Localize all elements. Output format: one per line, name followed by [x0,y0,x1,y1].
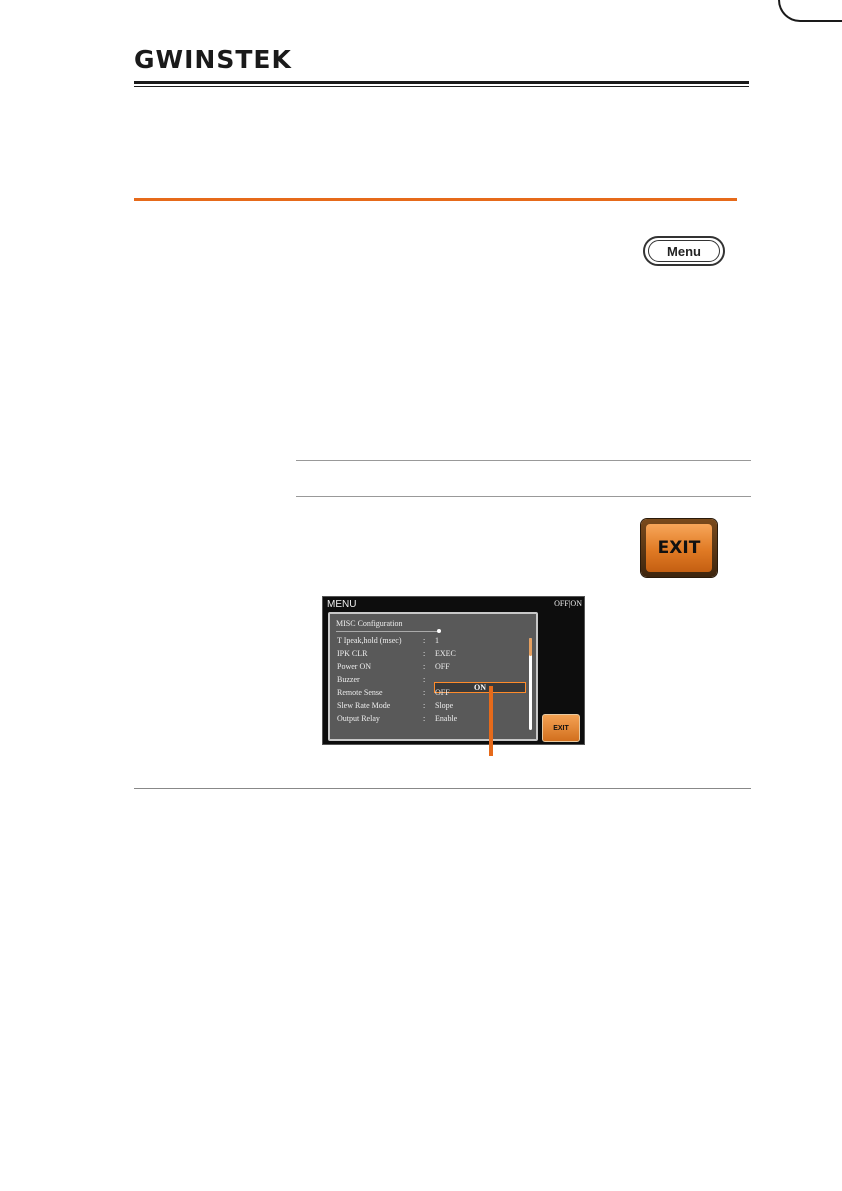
setting-separator: : [423,662,426,671]
output-status: OFF|ON [554,599,582,608]
setting-value: Enable [435,714,458,723]
exit-key-label: EXIT [646,524,712,572]
setting-key: Power ON [337,662,371,671]
setting-row-tipeak[interactable]: T Ipeak,hold (msec):1 [337,636,439,645]
exit-softkey[interactable]: EXIT [542,714,580,742]
misc-config-panel: MISC Configuration T Ipeak,hold (msec):1… [328,612,538,741]
brand-logo: GWINSTEK [134,45,292,74]
setting-row-power-on[interactable]: Power ON: OFF [337,662,450,671]
setting-row-slew-rate[interactable]: Slew Rate Mode: Slope [337,701,453,710]
page-tab-edge [778,0,842,22]
divider-line [296,460,751,461]
setting-row-output-relay[interactable]: Output Relay: Enable [337,714,457,723]
menu-key-label: Menu [648,240,720,262]
setting-key: Remote Sense [337,688,383,697]
setting-separator: : [423,714,426,723]
menu-key-icon: Menu [643,236,725,266]
setting-separator: : [423,636,426,645]
section-rule [134,198,737,201]
setting-value: Slope [435,701,454,710]
setting-row-buzzer[interactable]: Buzzer: [337,675,435,684]
panel-title-underline [336,631,440,632]
instrument-screen: MENU OFF|ON MISC Configuration T Ipeak,h… [322,596,585,745]
setting-value: 1 [435,636,439,645]
setting-row-ipk-clr[interactable]: IPK CLR: EXEC [337,649,456,658]
setting-value: EXEC [435,649,456,658]
scrollbar[interactable] [529,638,532,730]
setting-key: IPK CLR [337,649,368,658]
scrollbar-thumb[interactable] [529,638,532,656]
setting-row-remote-sense[interactable]: Remote Sense: OFF [337,688,450,697]
exit-key-icon: EXIT [641,519,717,577]
setting-key: T Ipeak,hold (msec) [337,636,402,645]
setting-separator: : [423,649,426,658]
cursor-dot-icon [437,629,441,633]
panel-title: MISC Configuration [336,619,403,628]
setting-value: OFF [435,688,450,697]
setting-separator: : [423,701,426,710]
setting-value: OFF [435,662,450,671]
header-rule-thick [134,81,749,84]
setting-separator: : [423,688,426,697]
divider-line [296,496,751,497]
setting-key: Buzzer [337,675,360,684]
header-rule-thin [134,86,749,87]
setting-key: Slew Rate Mode [337,701,391,710]
screen-title: MENU [327,599,357,610]
callout-pointer-icon [489,686,493,756]
setting-key: Output Relay [337,714,380,723]
section-end-rule [134,788,751,789]
